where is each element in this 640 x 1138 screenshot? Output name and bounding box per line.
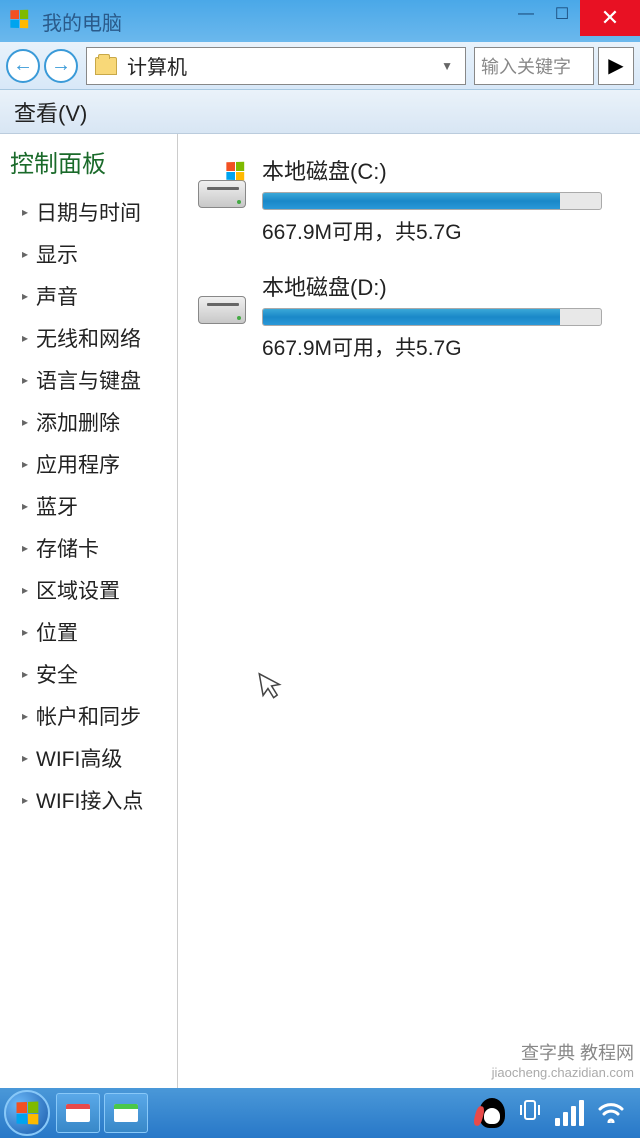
sidebar-item-wifi-advanced[interactable]: ▸ WIFI高级 <box>8 737 169 779</box>
content-area: 控制面板 ▸ 日期与时间 ▸ 显示 ▸ 声音 ▸ 无线和网络 ▸ 语言与键盘 ▸ 添加删除 … <box>0 134 640 1088</box>
taskbar <box>0 1088 640 1138</box>
start-button[interactable] <box>4 1090 50 1136</box>
sidebar-item-label: 无线和网络 <box>36 323 141 353</box>
main-area: 本地磁盘(C:) 667.9M可用，共5.7G 本地磁盘(D:) 667.9M可… <box>178 134 640 1088</box>
chevron-right-icon: ▸ <box>22 625 28 639</box>
chevron-right-icon: ▸ <box>22 667 28 681</box>
go-button[interactable]: ▶ <box>598 47 634 85</box>
chevron-right-icon: ▸ <box>22 499 28 513</box>
drive-c[interactable]: 本地磁盘(C:) 667.9M可用，共5.7G <box>192 154 626 246</box>
chevron-right-icon: ▸ <box>22 289 28 303</box>
menubar: 查看(V) <box>0 90 640 134</box>
sidebar-item-label: 蓝牙 <box>36 491 78 521</box>
sidebar-item-label: 日期与时间 <box>36 197 141 227</box>
arrow-right-icon: → <box>51 54 71 77</box>
drive-name: 本地磁盘(C:) <box>262 154 626 186</box>
sidebar-item-apps[interactable]: ▸ 应用程序 <box>8 443 169 485</box>
sidebar-item-wifi-ap[interactable]: ▸ WIFI接入点 <box>8 779 169 821</box>
wifi-icon[interactable] <box>596 1099 626 1128</box>
sidebar-list: ▸ 日期与时间 ▸ 显示 ▸ 声音 ▸ 无线和网络 ▸ 语言与键盘 ▸ 添加删除 ▸ 应用程序… <box>8 191 169 821</box>
chevron-right-icon: ▸ <box>22 751 28 765</box>
sidebar-item-region[interactable]: ▸ 区域设置 <box>8 569 169 611</box>
sidebar-item-label: 位置 <box>36 617 78 647</box>
chevron-right-icon: ▸ <box>22 331 28 345</box>
forward-button[interactable]: → <box>44 49 78 83</box>
sidebar-item-label: 应用程序 <box>36 449 120 479</box>
taskbar-app-1[interactable] <box>56 1093 100 1133</box>
chevron-right-icon: ▸ <box>22 541 28 555</box>
play-icon: ▶ <box>608 53 623 78</box>
chevron-right-icon: ▸ <box>22 457 28 471</box>
usage-bar <box>262 192 602 210</box>
system-tray <box>479 1097 636 1130</box>
sidebar-item-label: 语言与键盘 <box>36 365 141 395</box>
close-button[interactable]: ✕ <box>580 0 640 36</box>
sidebar-item-label: 安全 <box>36 659 78 689</box>
sidebar-item-label: 区域设置 <box>36 575 120 605</box>
chevron-right-icon: ▸ <box>22 415 28 429</box>
sidebar-item-sound[interactable]: ▸ 声音 <box>8 275 169 317</box>
qq-icon[interactable] <box>479 1098 505 1128</box>
sidebar-item-label: 添加删除 <box>36 407 120 437</box>
toolbar: ← → 计算机 ▼ 输入关键字 ▶ <box>0 42 640 90</box>
back-button[interactable]: ← <box>6 49 40 83</box>
menu-view[interactable]: 查看(V) <box>14 96 87 128</box>
drive-icon <box>192 162 252 212</box>
sidebar-item-display[interactable]: ▸ 显示 <box>8 233 169 275</box>
drive-status: 667.9M可用，共5.7G <box>262 216 626 246</box>
chevron-right-icon: ▸ <box>22 793 28 807</box>
app-icon <box>10 10 32 32</box>
folder-icon <box>95 57 117 75</box>
vibrate-icon[interactable] <box>517 1097 543 1130</box>
drive-status: 667.9M可用，共5.7G <box>262 332 626 362</box>
drive-d[interactable]: 本地磁盘(D:) 667.9M可用，共5.7G <box>192 270 626 362</box>
address-dropdown-icon[interactable]: ▼ <box>437 59 457 73</box>
sidebar-item-datetime[interactable]: ▸ 日期与时间 <box>8 191 169 233</box>
usage-fill <box>263 309 560 325</box>
taskbar-app-2[interactable] <box>104 1093 148 1133</box>
sidebar-item-storage[interactable]: ▸ 存储卡 <box>8 527 169 569</box>
arrow-left-icon: ← <box>13 54 33 77</box>
chevron-right-icon: ▸ <box>22 709 28 723</box>
sidebar-item-label: 声音 <box>36 281 78 311</box>
drive-name: 本地磁盘(D:) <box>262 270 626 302</box>
maximize-button[interactable]: ☐ <box>544 0 580 28</box>
window-icon <box>66 1104 90 1122</box>
window-title: 我的电脑 <box>42 7 508 36</box>
sidebar-item-wireless[interactable]: ▸ 无线和网络 <box>8 317 169 359</box>
sidebar-item-label: WIFI接入点 <box>36 785 143 815</box>
chevron-right-icon: ▸ <box>22 583 28 597</box>
chevron-right-icon: ▸ <box>22 247 28 261</box>
address-text: 计算机 <box>127 51 437 80</box>
sidebar-item-bluetooth[interactable]: ▸ 蓝牙 <box>8 485 169 527</box>
sidebar-item-security[interactable]: ▸ 安全 <box>8 653 169 695</box>
window-icon <box>114 1104 138 1122</box>
sidebar: 控制面板 ▸ 日期与时间 ▸ 显示 ▸ 声音 ▸ 无线和网络 ▸ 语言与键盘 ▸ 添加删除 … <box>0 134 178 1088</box>
minimize-button[interactable]: — <box>508 0 544 28</box>
window-controls: — ☐ ✕ <box>508 0 640 42</box>
sidebar-item-accounts[interactable]: ▸ 帐户和同步 <box>8 695 169 737</box>
chevron-right-icon: ▸ <box>22 373 28 387</box>
sidebar-item-label: 显示 <box>36 239 78 269</box>
drive-info: 本地磁盘(C:) 667.9M可用，共5.7G <box>262 154 626 246</box>
drive-icon <box>192 278 252 328</box>
sidebar-title: 控制面板 <box>10 144 169 179</box>
signal-icon[interactable] <box>555 1100 584 1126</box>
titlebar: 我的电脑 — ☐ ✕ <box>0 0 640 42</box>
address-bar[interactable]: 计算机 ▼ <box>86 47 466 85</box>
drive-info: 本地磁盘(D:) 667.9M可用，共5.7G <box>262 270 626 362</box>
sidebar-item-addremove[interactable]: ▸ 添加删除 <box>8 401 169 443</box>
usage-bar <box>262 308 602 326</box>
usage-fill <box>263 193 560 209</box>
sidebar-item-label: WIFI高级 <box>36 743 122 773</box>
sidebar-item-label: 存储卡 <box>36 533 99 563</box>
search-input[interactable]: 输入关键字 <box>474 47 594 85</box>
sidebar-item-label: 帐户和同步 <box>36 701 141 731</box>
chevron-right-icon: ▸ <box>22 205 28 219</box>
sidebar-item-language[interactable]: ▸ 语言与键盘 <box>8 359 169 401</box>
sidebar-item-location[interactable]: ▸ 位置 <box>8 611 169 653</box>
